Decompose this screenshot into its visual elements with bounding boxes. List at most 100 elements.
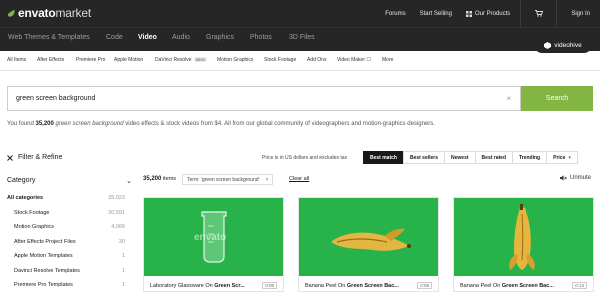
category-label: Motion Graphics bbox=[14, 224, 55, 230]
subnav-motion-graphics[interactable]: Motion Graphics bbox=[217, 57, 253, 63]
category-item-apple-motion[interactable]: Apple Motion Templates 1 bbox=[7, 253, 125, 268]
subnav-apple-motion[interactable]: Apple Motion bbox=[114, 57, 143, 63]
category-label: After Effects Project Files bbox=[14, 238, 76, 245]
result-summary: You found 35,200 green screen background… bbox=[7, 121, 435, 127]
chevron-down-icon: ⌄ bbox=[126, 178, 132, 185]
category-item-stock-footage[interactable]: Stock Footage 30,591 bbox=[7, 210, 125, 225]
nav-3d-files[interactable]: 3D Files bbox=[289, 34, 315, 41]
card-title-highlight: Green Screen Bac... bbox=[501, 283, 554, 289]
close-icon bbox=[7, 154, 13, 161]
result-summary-suffix: video effects & stock videos from $4. Al… bbox=[123, 121, 435, 127]
unmute-button[interactable]: Unmute bbox=[560, 175, 591, 181]
grid-icon bbox=[465, 10, 472, 17]
category-label: Davinci Resolve Templates bbox=[14, 267, 80, 274]
logo-text-market: market bbox=[55, 6, 91, 20]
category-label: Stock Footage bbox=[14, 209, 50, 216]
subnav-after-effects[interactable]: After Effects bbox=[37, 57, 64, 63]
cart-button[interactable] bbox=[535, 10, 546, 17]
videohive-label: videohive bbox=[554, 41, 582, 49]
category-count: 30,591 bbox=[108, 209, 125, 216]
new-badge: NEW bbox=[193, 57, 207, 63]
nav-photos[interactable]: Photos bbox=[250, 34, 272, 41]
price-note: Price is in US dollars and excludes tax bbox=[262, 155, 348, 161]
envato-watermark: envato bbox=[194, 232, 227, 243]
result-summary-count: 35,200 bbox=[35, 121, 54, 127]
clear-search-icon[interactable]: × bbox=[506, 94, 511, 103]
category-count: 1 bbox=[121, 253, 125, 259]
duration-badge: 0:08 bbox=[262, 282, 277, 289]
forums-link[interactable]: Forums bbox=[385, 11, 405, 17]
our-products-link[interactable]: Our Products bbox=[465, 10, 511, 17]
search-box[interactable]: green screen background × bbox=[7, 86, 521, 111]
logo-text-envato: envato bbox=[18, 6, 56, 20]
term-filter-label: Term: 'green screen background' bbox=[187, 176, 260, 183]
video-thumbnail[interactable] bbox=[454, 198, 593, 276]
videohive-badge[interactable]: videohive bbox=[534, 37, 592, 53]
top-divider bbox=[520, 0, 522, 27]
nav-video[interactable]: Video bbox=[138, 34, 157, 41]
sort-price[interactable]: Price ▾ bbox=[546, 151, 578, 164]
clear-all-link[interactable]: Clear all bbox=[289, 176, 309, 182]
category-item-after-effects[interactable]: After Effects Project Files 30 bbox=[7, 239, 125, 254]
video-thumbnail[interactable] bbox=[299, 198, 438, 276]
result-card[interactable]: Banana Peel On Green Screen Bac... 0:05 bbox=[298, 197, 439, 292]
subnav-premiere-pro[interactable]: Premiere Pro bbox=[76, 57, 105, 63]
search-input[interactable]: green screen background bbox=[16, 95, 95, 102]
top-divider bbox=[556, 0, 558, 27]
unmute-label: Unmute bbox=[570, 175, 592, 181]
start-selling-link[interactable]: Start Selling bbox=[420, 11, 452, 17]
subnav-davinci-resolve[interactable]: DaVinci Resolve NEW bbox=[155, 57, 207, 63]
card-title[interactable]: Banana Peel On Green Screen Bac... bbox=[305, 283, 431, 289]
subnav-more[interactable]: More bbox=[382, 57, 393, 63]
our-products-label: Our Products bbox=[474, 10, 511, 17]
sort-price-label: Price bbox=[553, 154, 566, 161]
card-title[interactable]: Banana Peel On Green Screen Bac... bbox=[460, 283, 586, 289]
subnav-stock-footage[interactable]: Stock Footage bbox=[264, 57, 296, 63]
subnav-add-ons[interactable]: Add Ons bbox=[307, 57, 326, 63]
results-count-number: 35,200 bbox=[143, 176, 162, 182]
sort-best-match[interactable]: Best match bbox=[363, 151, 404, 164]
card-title-highlight: Green Scr... bbox=[214, 283, 245, 289]
category-item-all[interactable]: All categories 35,023 bbox=[7, 195, 125, 210]
nav-web-themes[interactable]: Web Themes & Templates bbox=[8, 34, 90, 41]
category-label: All categories bbox=[7, 195, 44, 201]
result-card[interactable]: Banana Peel On Green Screen Bac... 0:13 bbox=[453, 197, 594, 292]
video-thumbnail[interactable]: envato bbox=[144, 198, 283, 276]
sign-in-link[interactable]: Sign In bbox=[571, 11, 590, 17]
nav-audio[interactable]: Audio bbox=[172, 34, 190, 41]
remove-term-icon[interactable]: × bbox=[266, 177, 269, 183]
result-card[interactable]: envato Laboratory Glassware On Green Scr… bbox=[143, 197, 284, 292]
nav-graphics[interactable]: Graphics bbox=[206, 34, 234, 41]
search-button[interactable]: Search bbox=[521, 86, 593, 111]
category-item-premiere-pro[interactable]: Premiere Pro Templates 1 bbox=[7, 282, 125, 292]
sort-newest[interactable]: Newest bbox=[444, 151, 476, 164]
envato-leaf-icon bbox=[8, 9, 15, 17]
speaker-muted-icon bbox=[560, 175, 567, 181]
chevron-down-icon: ▾ bbox=[568, 154, 571, 161]
category-filter-header[interactable]: Category ⌄ bbox=[7, 177, 132, 185]
category-list: All categories 35,023 Stock Footage 30,5… bbox=[7, 195, 125, 292]
results-count: 35,200 items bbox=[143, 176, 176, 182]
duration-badge: 0:13 bbox=[572, 282, 587, 289]
category-item-motion-graphics[interactable]: Motion Graphics 4,066 bbox=[7, 224, 125, 239]
category-nav: Web Themes & Templates Code Video Audio … bbox=[0, 27, 600, 51]
category-item-davinci-resolve[interactable]: Davinci Resolve Templates 1 bbox=[7, 268, 125, 283]
subnav-video-maker[interactable]: Video Maker ☐ bbox=[337, 57, 371, 63]
card-title-prefix: Banana Peel On bbox=[460, 283, 502, 289]
nav-code[interactable]: Code bbox=[106, 34, 123, 41]
filter-refine-toggle[interactable]: Filter & Refine bbox=[7, 154, 62, 161]
term-filter-chip[interactable]: Term: 'green screen background' × bbox=[182, 174, 274, 185]
subnav-all-items[interactable]: All Items bbox=[7, 57, 26, 63]
sort-best-sellers[interactable]: Best sellers bbox=[402, 151, 446, 164]
result-summary-prefix: You found bbox=[7, 121, 36, 127]
sort-best-rated[interactable]: Best rated bbox=[474, 151, 513, 164]
sort-trending[interactable]: Trending bbox=[512, 151, 548, 164]
cart-icon bbox=[535, 10, 544, 17]
banana-peel-image bbox=[509, 204, 535, 270]
card-title[interactable]: Laboratory Glassware On Green Scr... bbox=[150, 283, 276, 289]
category-count: 1 bbox=[121, 282, 125, 288]
card-title-prefix: Laboratory Glassware On bbox=[150, 283, 215, 289]
envato-market-logo[interactable]: envato market bbox=[8, 6, 91, 20]
category-label: Apple Motion Templates bbox=[14, 253, 73, 259]
card-title-prefix: Banana Peel On bbox=[305, 283, 347, 289]
